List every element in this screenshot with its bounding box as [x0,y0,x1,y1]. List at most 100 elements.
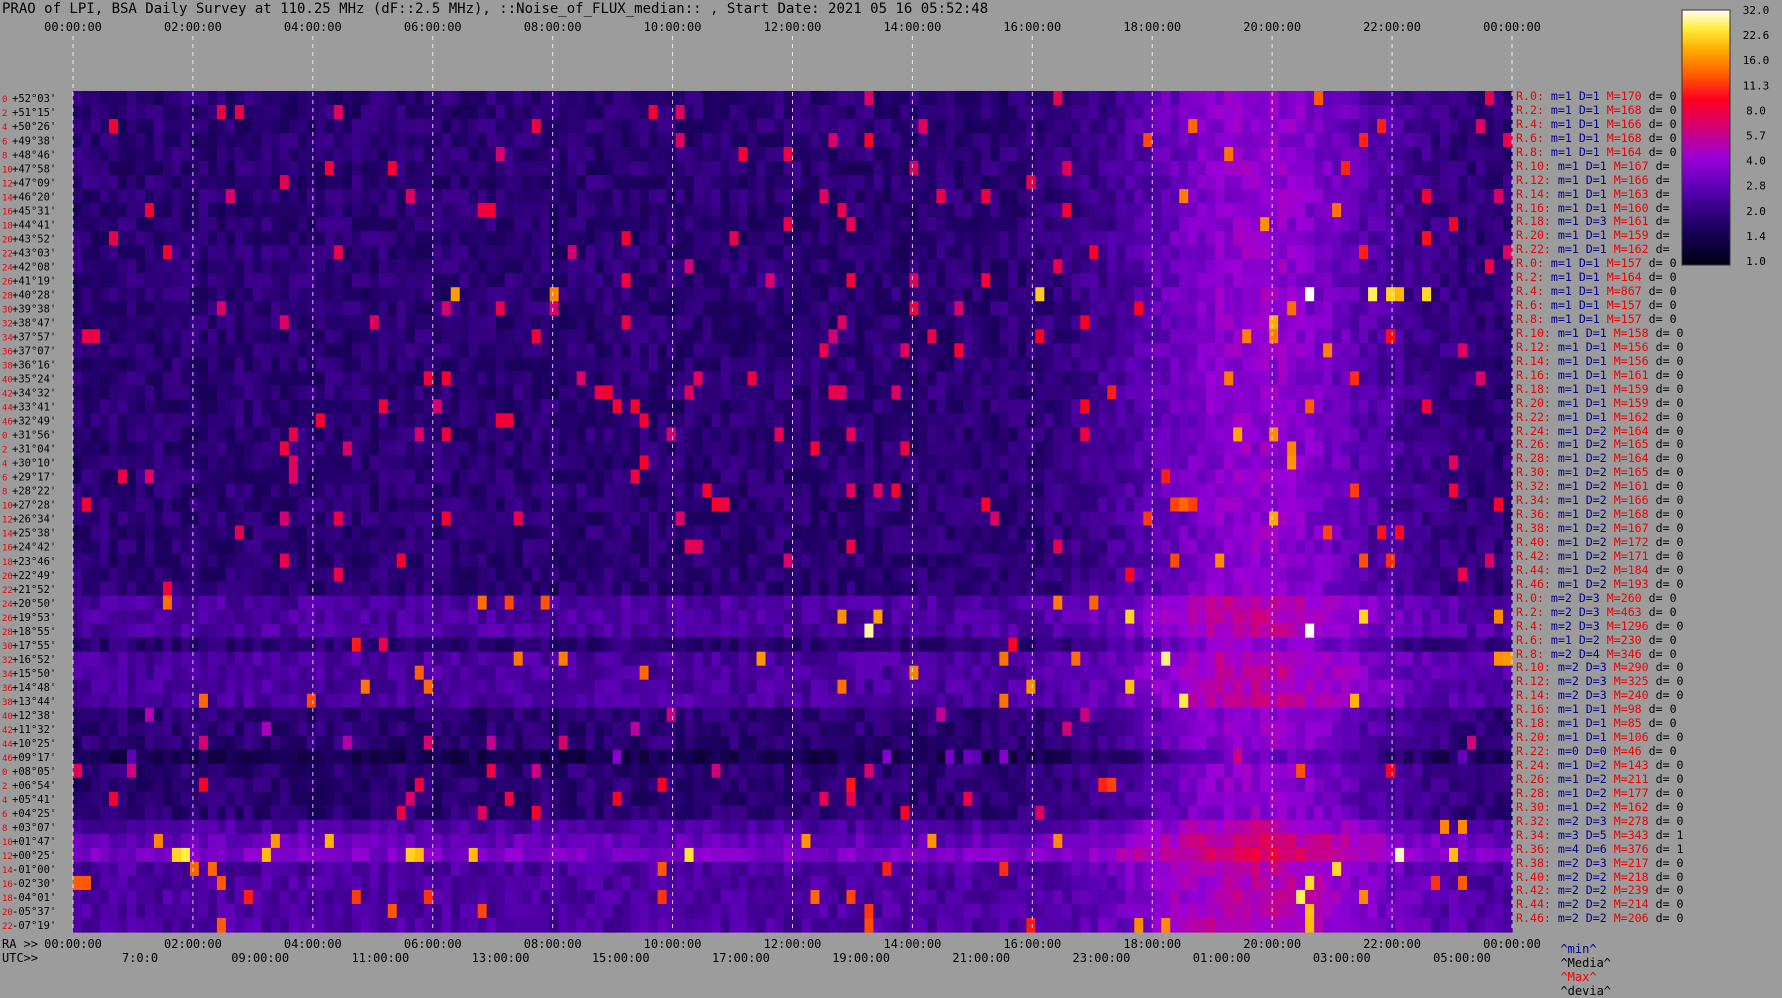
heatmap-cell [954,343,964,358]
heatmap-cell [117,105,128,120]
heatmap-cell [1422,231,1432,246]
heatmap-cell [171,441,182,457]
heatmap-cell [774,287,785,302]
heatmap-cell [441,483,452,499]
heatmap-cell [108,357,119,372]
heatmap-cell [1215,301,1225,316]
heatmap-cell [1008,231,1018,246]
heatmap-cell [1341,301,1351,316]
heatmap-cell [450,413,461,428]
heatmap-cell [1386,133,1396,148]
heatmap-cell [567,189,578,204]
heatmap-cell [1458,273,1468,288]
heatmap-cell [297,147,308,162]
heatmap-cell [288,497,299,513]
heatmap-cell [792,259,803,274]
heatmap-cell [459,483,470,499]
heatmap-cell [1044,231,1054,246]
heatmap-cell [1062,371,1072,386]
heatmap-cell [1053,161,1063,176]
heatmap-cell [918,455,928,471]
heatmap-cell [684,217,695,232]
heatmap-cell [756,175,767,190]
heatmap-cell [1206,147,1216,162]
heatmap-cell [243,343,254,358]
heatmap-cell [1089,203,1099,218]
heatmap-cell [1017,231,1027,246]
heatmap-cell [990,203,1000,218]
heatmap-cell [198,147,209,162]
heatmap-cell [441,147,452,162]
heatmap-cell [972,273,982,288]
heatmap-cell [405,357,416,372]
heatmap-cell [117,525,128,541]
heatmap-cell [360,315,371,330]
heatmap-cell [1476,287,1486,302]
heatmap-cell [360,385,371,400]
heatmap-cell [531,371,542,386]
heatmap-cell [747,217,758,232]
heatmap-cell [1080,399,1090,414]
heatmap-cell [477,217,488,232]
heatmap-cell [972,455,982,471]
heatmap-cell [639,329,650,344]
heatmap-cell [1350,483,1360,499]
heatmap-cell [873,231,884,246]
heatmap-cell [900,259,911,274]
heatmap-cell [99,189,110,204]
heatmap-cell [558,399,569,414]
heatmap-cell [144,245,155,260]
heatmap-cell [1467,105,1477,120]
heatmap-cell [1440,161,1450,176]
heatmap-cell [1053,175,1063,190]
heatmap-cell [1467,497,1477,513]
heatmap-cell [810,231,821,246]
heatmap-cell [1485,343,1495,358]
heatmap-cell [504,329,515,344]
heatmap-cell [1368,371,1378,386]
heatmap-cell [360,91,371,106]
heatmap-cell [1341,371,1351,386]
heatmap-cell [162,217,173,232]
heatmap-cell [819,301,830,316]
heatmap-cell [1152,399,1162,414]
heatmap-cell [1377,497,1387,513]
heatmap-cell [1170,441,1180,457]
heatmap-cell [432,315,443,330]
heatmap-cell [297,315,308,330]
heatmap-cell [585,287,596,302]
heatmap-cell [1395,91,1405,106]
heatmap-cell [1503,385,1513,400]
heatmap-cell [270,273,281,288]
heatmap-cell [630,399,641,414]
heatmap-cell [1332,231,1342,246]
heatmap-cell [1206,343,1216,358]
heatmap-cell [972,483,982,499]
heatmap-cell [495,483,506,499]
heatmap-cell [675,259,686,274]
heatmap-cell [810,245,821,260]
heatmap-cell [189,119,200,134]
heatmap-cell [1233,133,1243,148]
heatmap-cell [1089,273,1099,288]
heatmap-cell [333,147,344,162]
heatmap-cell [972,203,982,218]
heatmap-cell [855,469,866,485]
heatmap-cell [630,371,641,386]
heatmap-cell [108,175,119,190]
heatmap-cell [1458,287,1468,302]
heatmap-cell [918,245,928,260]
heatmap-cell [369,259,380,274]
heatmap-cell [216,455,227,471]
heatmap-cell [549,245,560,260]
heatmap-cell [171,469,182,485]
heatmap-cell [1314,357,1324,372]
heatmap-cell [936,371,946,386]
heatmap-cell [648,427,659,443]
heatmap-cell [1305,371,1315,386]
heatmap-cell [432,189,443,204]
heatmap-cell [486,203,497,218]
heatmap-cell [1161,385,1171,400]
heatmap-cell [756,119,767,134]
heatmap-cell [711,273,722,288]
